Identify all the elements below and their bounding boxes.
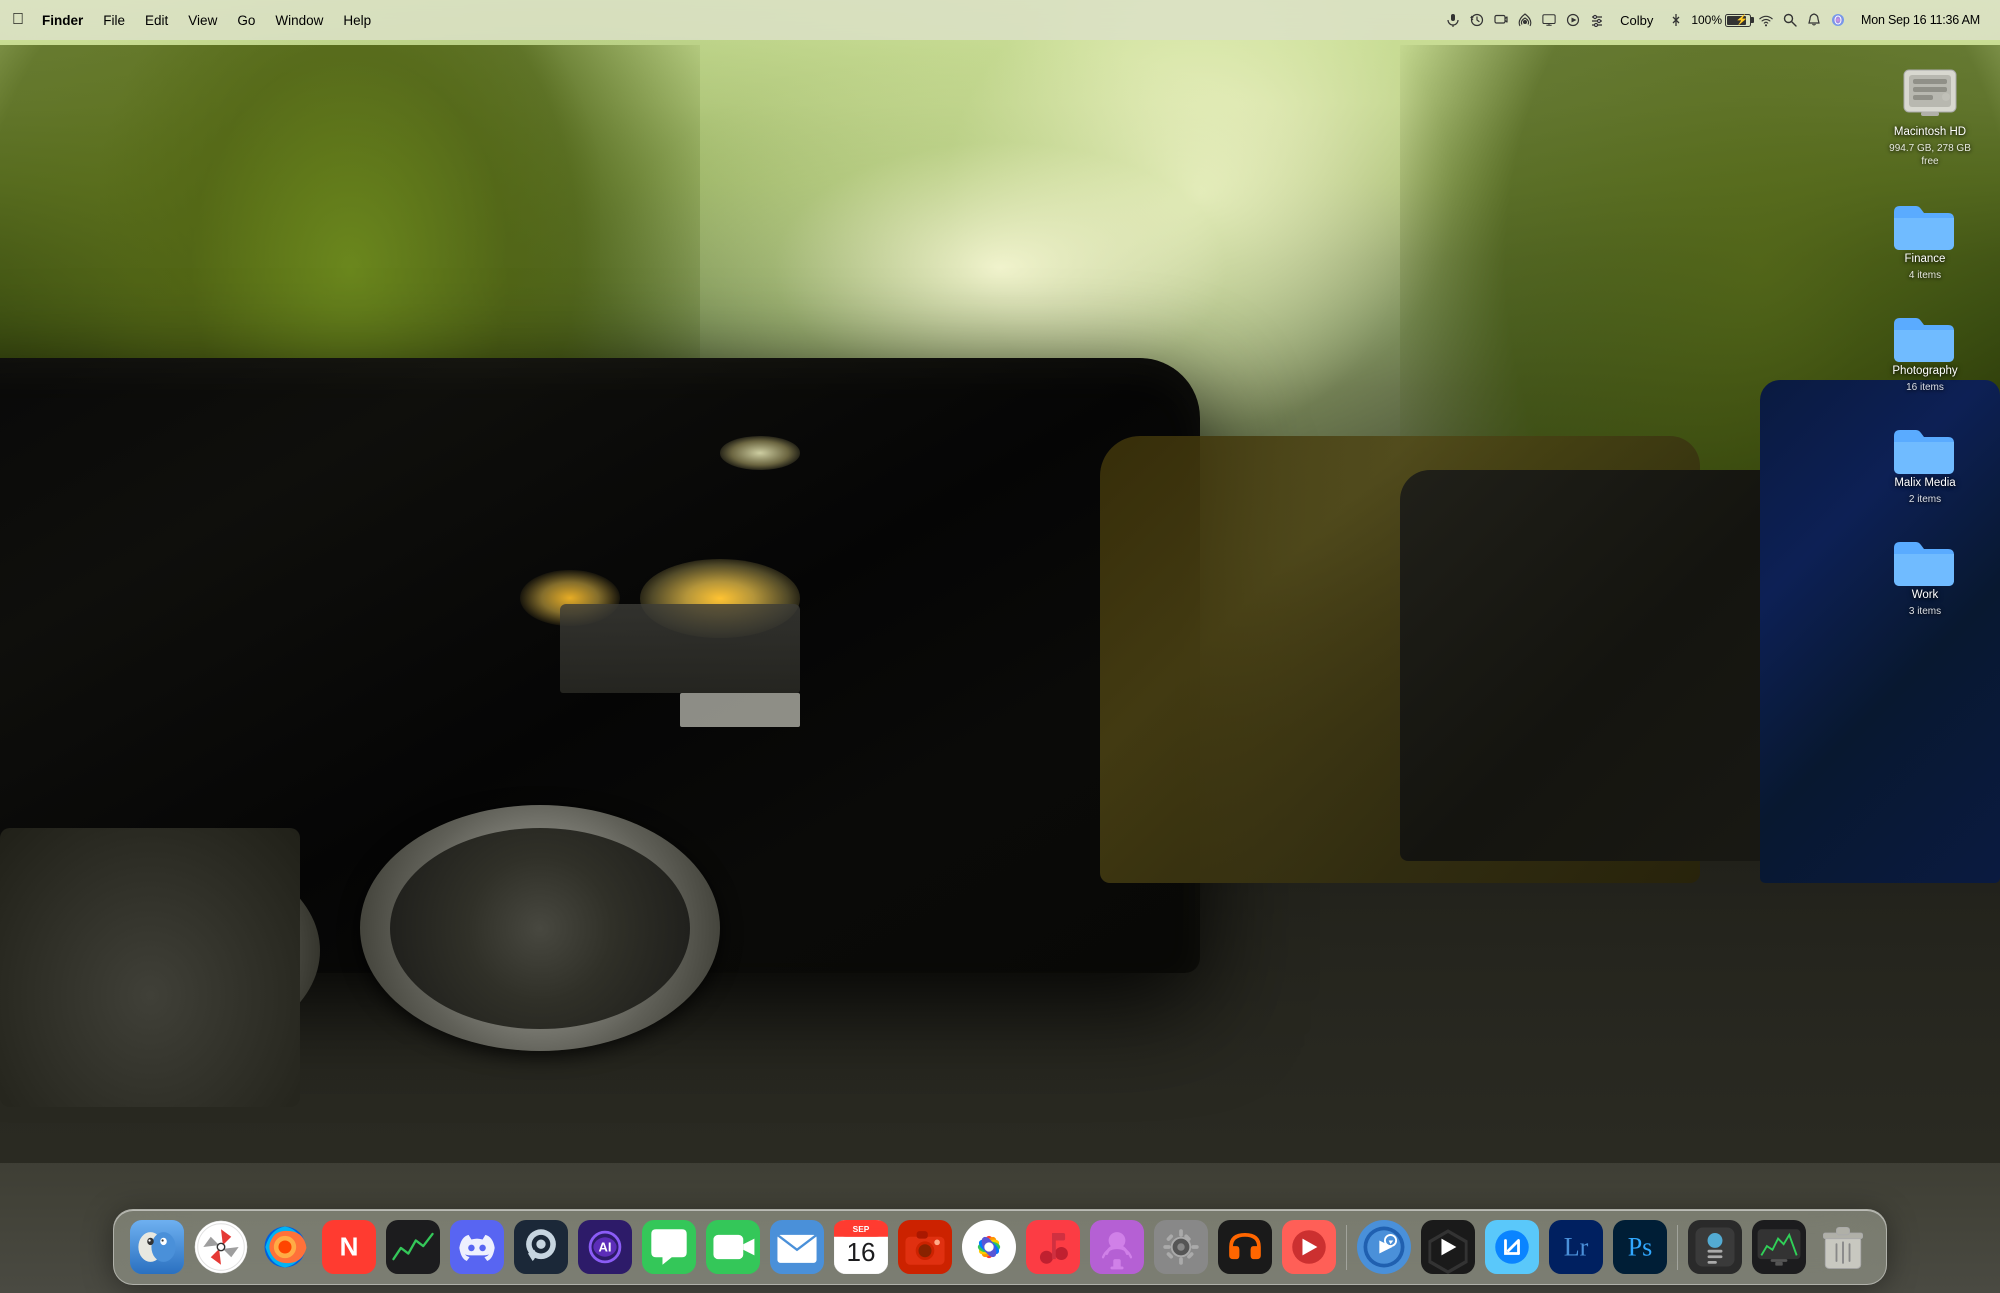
dock-photoshop[interactable]: Ps: [1611, 1218, 1669, 1276]
dock-firefox[interactable]: [256, 1218, 314, 1276]
dock-garageband[interactable]: [1280, 1218, 1338, 1276]
spotlight-icon[interactable]: [1781, 11, 1799, 29]
edit-menu[interactable]: Edit: [137, 11, 176, 30]
work-folder-icon: [1890, 530, 1960, 586]
time-machine-icon[interactable]: [1468, 11, 1486, 29]
screen-record-icon[interactable]: [1492, 11, 1510, 29]
hd-label: Macintosh HD: [1894, 125, 1966, 140]
desktop-item-malix-media[interactable]: Malix Media 2 items: [1880, 414, 1970, 510]
dock-compressor[interactable]: [1483, 1218, 1541, 1276]
controls-icon[interactable]: [1588, 11, 1606, 29]
desktop-item-macintosh-hd[interactable]: Macintosh HD 994.7 GB, 278 GB free: [1880, 55, 1980, 172]
svg-text:Ps: Ps: [1628, 1232, 1653, 1261]
dock-audacity[interactable]: [1216, 1218, 1274, 1276]
desktop-item-work[interactable]: Work 3 items: [1880, 526, 1970, 622]
dock-quicktime[interactable]: [1355, 1218, 1413, 1276]
dock-finder[interactable]: [128, 1218, 186, 1276]
svg-text:N: N: [340, 1231, 359, 1261]
display-icon[interactable]: [1540, 11, 1558, 29]
desktop-item-photography[interactable]: Photography 16 items: [1880, 302, 1970, 398]
dock-podcasts[interactable]: [1088, 1218, 1146, 1276]
dock-mail[interactable]: [768, 1218, 826, 1276]
photography-folder-icon: [1890, 306, 1960, 362]
go-menu[interactable]: Go: [229, 11, 263, 30]
malix-media-label: Malix Media: [1894, 476, 1955, 491]
desktop:  Finder File Edit View Go Window Help: [0, 0, 2000, 1293]
work-label: Work: [1912, 588, 1939, 603]
help-menu[interactable]: Help: [335, 11, 379, 30]
hd-drive-icon: [1898, 59, 1962, 123]
menubar:  Finder File Edit View Go Window Help: [0, 0, 2000, 40]
photography-label: Photography: [1892, 364, 1957, 379]
dock: N: [113, 1209, 1887, 1285]
malix-media-sublabel: 2 items: [1909, 493, 1941, 506]
dock-final-cut[interactable]: [1419, 1218, 1477, 1276]
battery-icon: ⚡: [1725, 14, 1751, 27]
dock-lightroom[interactable]: Lr: [1547, 1218, 1605, 1276]
malix-media-folder-icon: [1890, 418, 1960, 474]
battery-status: 100% ⚡: [1691, 13, 1751, 27]
work-sublabel: 3 items: [1909, 605, 1941, 618]
view-menu[interactable]: View: [180, 11, 225, 30]
dock-facetime[interactable]: [704, 1218, 762, 1276]
dock-messages[interactable]: [640, 1218, 698, 1276]
dock-divider-2: [1677, 1225, 1678, 1270]
menubar-left:  Finder File Edit View Go Window Help: [12, 11, 1444, 30]
dock-trash[interactable]: [1814, 1218, 1872, 1276]
dock-safari[interactable]: [192, 1218, 250, 1276]
dock-discord[interactable]: [448, 1218, 506, 1276]
dock-divider: [1346, 1225, 1347, 1270]
finance-sublabel: 4 items: [1909, 269, 1941, 282]
dock-ai-tool[interactable]: AI: [576, 1218, 634, 1276]
menubar-right: Colby 100% ⚡: [1444, 11, 1988, 30]
clock[interactable]: Mon Sep 16 11:36 AM: [1853, 11, 1988, 29]
notification-icon[interactable]: [1805, 11, 1823, 29]
svg-text:Lr: Lr: [1564, 1232, 1589, 1261]
mic-icon[interactable]: [1444, 11, 1462, 29]
photography-sublabel: 16 items: [1906, 381, 1944, 394]
dock-steam[interactable]: [512, 1218, 570, 1276]
dock-photos[interactable]: [960, 1218, 1018, 1276]
svg-text:AI: AI: [598, 1240, 611, 1255]
airdrop-icon[interactable]: [1516, 11, 1534, 29]
wifi-icon[interactable]: [1757, 11, 1775, 29]
dock-airdrop-downloads[interactable]: [1686, 1218, 1744, 1276]
desktop-item-finance[interactable]: Finance 4 items: [1880, 190, 1970, 286]
apple-menu[interactable]: : [12, 11, 24, 29]
dock-news[interactable]: N: [320, 1218, 378, 1276]
battery-percentage: 100%: [1691, 13, 1722, 27]
finance-folder-icon: [1890, 194, 1960, 250]
dock-calendar[interactable]: SEP 16: [832, 1218, 890, 1276]
dock-istat[interactable]: [1750, 1218, 1808, 1276]
now-playing-icon[interactable]: [1564, 11, 1582, 29]
svg-text:SEP: SEP: [853, 1224, 870, 1234]
bluetooth-icon[interactable]: [1667, 11, 1685, 29]
hd-sublabel: 994.7 GB, 278 GB free: [1884, 142, 1976, 168]
dock-photo-capture[interactable]: [896, 1218, 954, 1276]
siri-icon[interactable]: [1829, 11, 1847, 29]
finance-label: Finance: [1905, 252, 1946, 267]
finder-menu[interactable]: Finder: [34, 11, 91, 30]
desktop-items: Macintosh HD 994.7 GB, 278 GB free Finan…: [1880, 55, 1980, 622]
dock-music[interactable]: [1024, 1218, 1082, 1276]
file-menu[interactable]: File: [95, 11, 133, 30]
dock-system-prefs[interactable]: [1152, 1218, 1210, 1276]
window-menu[interactable]: Window: [267, 11, 331, 30]
dock-stocks[interactable]: [384, 1218, 442, 1276]
wallpaper-photo: [0, 45, 2000, 1163]
user-name[interactable]: Colby: [1612, 11, 1661, 30]
svg-text:16: 16: [847, 1237, 876, 1267]
